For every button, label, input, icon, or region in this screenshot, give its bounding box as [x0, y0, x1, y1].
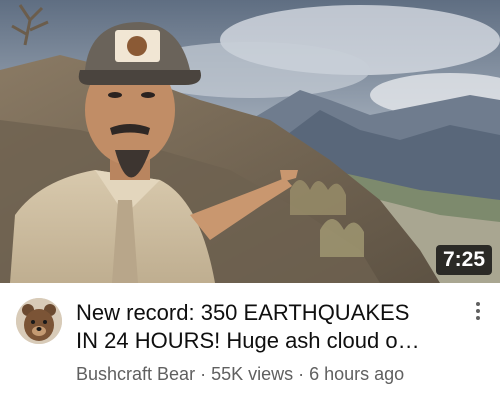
video-thumbnail[interactable]: 7:25: [0, 0, 500, 283]
more-vertical-icon[interactable]: [468, 299, 488, 323]
video-title[interactable]: New record: 350 EARTHQUAKES IN 24 HOURS!…: [76, 299, 458, 355]
video-title-line-1: New record: 350 EARTHQUAKES: [76, 300, 410, 325]
channel-name[interactable]: Bushcraft Bear: [76, 364, 195, 384]
channel-avatar[interactable]: [16, 298, 62, 344]
thumbnail-image: [0, 0, 500, 283]
kebab-dot: [476, 316, 480, 320]
separator-dot: ·: [298, 364, 305, 384]
kebab-dot: [476, 302, 480, 306]
separator-dot: ·: [200, 364, 207, 384]
video-metadata: New record: 350 EARTHQUAKES IN 24 HOURS!…: [0, 283, 500, 396]
video-duration-badge: 7:25: [435, 245, 492, 275]
video-title-line-2: IN 24 HOURS! Huge ash cloud o…: [76, 328, 420, 353]
view-count: 55K views: [211, 364, 294, 384]
upload-age: 6 hours ago: [309, 364, 405, 384]
video-subtitle: Bushcraft Bear · 55K views · 6 hours ago: [76, 363, 476, 385]
kebab-dot: [476, 309, 480, 313]
bear-icon: [16, 298, 62, 344]
